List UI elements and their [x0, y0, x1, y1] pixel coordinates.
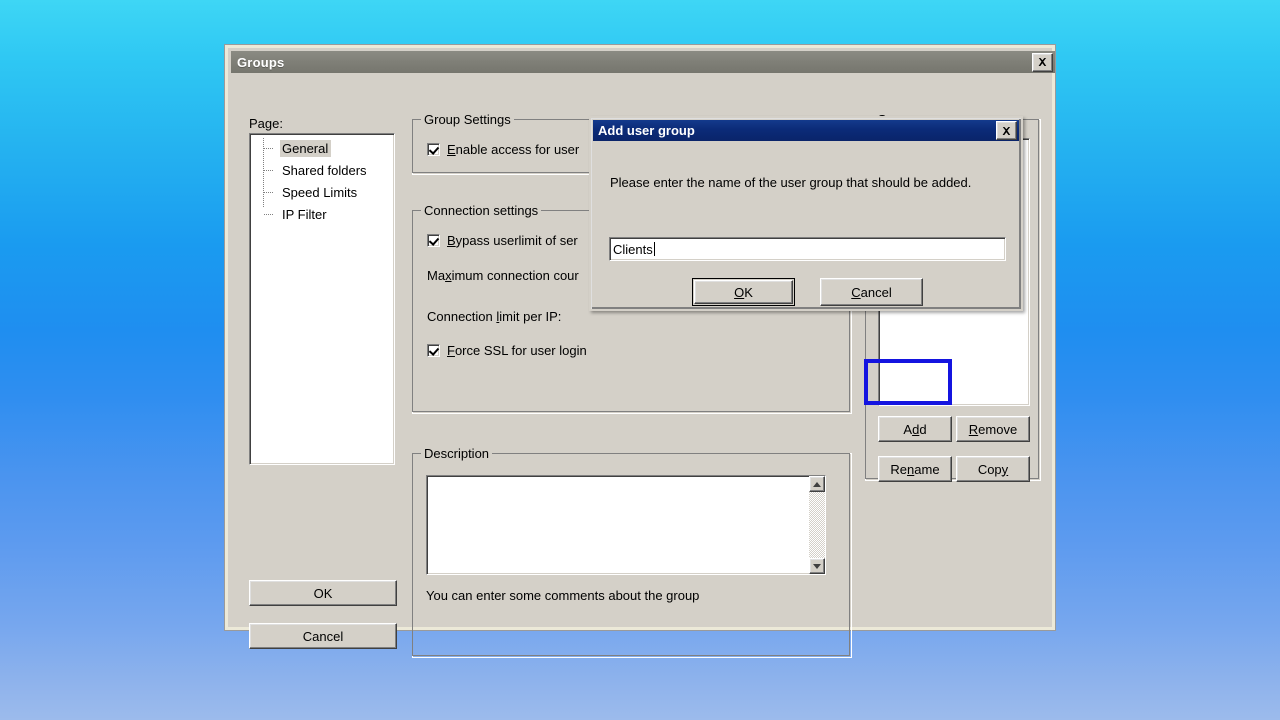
description-hint: You can enter some comments about the gr… [426, 588, 700, 603]
cancel-button[interactable]: Cancel [249, 623, 397, 649]
dialog-titlebar: Add user group [593, 120, 1019, 141]
force-ssl-label: Force SSL for user login [447, 343, 587, 358]
connection-settings-legend: Connection settings [421, 203, 542, 218]
remove-group-button[interactable]: Remove [956, 416, 1030, 442]
dialog-message: Please enter the name of the user group … [610, 175, 972, 190]
sidebar-item-general[interactable]: General [250, 137, 394, 159]
page-tree-label: Page: [249, 116, 283, 131]
add-group-button-label: Add [903, 421, 927, 437]
description-textarea[interactable] [426, 475, 826, 575]
sidebar-item-shared-folders[interactable]: Shared folders [250, 159, 394, 181]
add-group-button[interactable]: Add [878, 416, 952, 442]
dialog-close-button[interactable] [996, 121, 1017, 140]
window-titlebar: Groups [231, 51, 1055, 73]
copy-group-button-label: Copy [977, 461, 1009, 477]
checkbox-checked-icon [427, 344, 440, 357]
group-name-input-value: Clients [613, 241, 653, 257]
close-icon [1038, 58, 1047, 66]
group-name-input[interactable]: Clients [609, 237, 1006, 261]
dialog-title: Add user group [598, 123, 695, 138]
sidebar-item-label: Speed Limits [282, 184, 358, 200]
dialog-ok-button[interactable]: OK [692, 278, 795, 306]
description-scrollbar[interactable] [809, 476, 825, 574]
sidebar-item-ip-filter[interactable]: IP Filter [250, 203, 394, 225]
scroll-up-icon[interactable] [809, 476, 825, 492]
rename-group-button[interactable]: Rename [878, 456, 952, 482]
dialog-ok-label: OK [734, 284, 753, 300]
description-legend: Description [421, 446, 493, 461]
ok-button[interactable]: OK [249, 580, 397, 606]
remove-group-button-label: Remove [968, 421, 1018, 437]
enable-access-label: Enable access for user [447, 142, 580, 157]
ok-button-label: OK [313, 585, 333, 601]
dialog-cancel-button[interactable]: Cancel [820, 278, 923, 306]
close-icon [1002, 126, 1011, 135]
sidebar-item-label: General [280, 139, 332, 157]
enable-access-checkbox[interactable]: Enable access for user [427, 142, 579, 157]
force-ssl-checkbox[interactable]: Force SSL for user login [427, 343, 587, 358]
rename-group-button-label: Rename [890, 461, 940, 477]
dialog-body: Please enter the name of the user group … [593, 141, 1019, 307]
group-settings-legend: Group Settings [421, 112, 514, 127]
description-groupbox: Description You can enter some comments … [412, 446, 852, 658]
sidebar-item-speed-limits[interactable]: Speed Limits [250, 181, 394, 203]
window-title: Groups [237, 54, 285, 70]
window-close-button[interactable] [1032, 52, 1053, 72]
bypass-userlimit-label: Bypass userlimit of ser [447, 233, 578, 248]
connection-limit-per-ip-label: Connection limit per IP: [427, 309, 562, 324]
bypass-userlimit-checkbox[interactable]: Bypass userlimit of ser [427, 233, 578, 248]
text-caret [653, 242, 655, 256]
scroll-down-icon[interactable] [809, 558, 825, 574]
add-user-group-dialog: Add user group Please enter the name of … [589, 116, 1023, 311]
max-connection-count-label: Maximum connection cour [427, 268, 579, 283]
checkbox-checked-icon [427, 143, 440, 156]
dialog-cancel-label: Cancel [851, 284, 892, 300]
checkbox-checked-icon [427, 234, 440, 247]
sidebar-item-label: Shared folders [282, 162, 367, 178]
page-tree[interactable]: General Shared folders Speed Limits IP F… [249, 133, 395, 465]
cancel-button-label: Cancel [302, 628, 344, 644]
sidebar-item-label: IP Filter [282, 206, 327, 222]
copy-group-button[interactable]: Copy [956, 456, 1030, 482]
